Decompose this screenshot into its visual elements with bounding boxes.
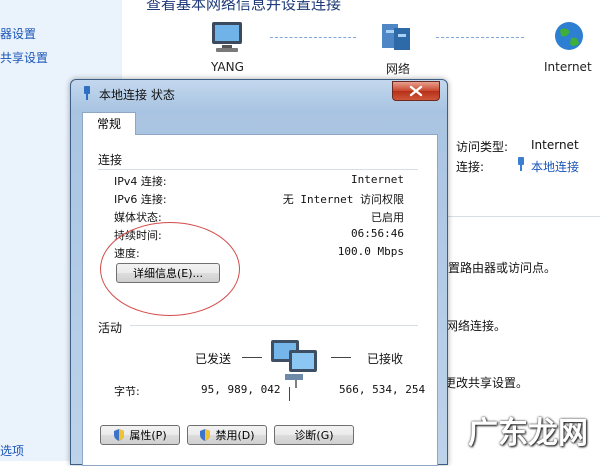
divider [446,216,600,217]
access-type-value: Internet [531,138,579,152]
properties-label: 属性(P) [129,429,167,442]
section-divider [98,169,418,170]
connection-label: 连接: [456,160,485,174]
close-button[interactable] [392,81,440,101]
network-name: 网络 [386,62,411,76]
diagnose-button[interactable]: 诊断(G) [274,425,354,445]
close-icon [409,85,423,97]
watermark: 广东龙网 [468,416,588,451]
nav-link-options[interactable]: 选项 [0,442,24,459]
ipv6-label: IPv6 连接: [114,193,167,206]
connection-link[interactable]: 本地连接 [531,158,579,175]
bytes-sent-value: 95, 989, 042 [201,383,281,396]
nav-link-adapter-settings[interactable]: 器设置 [0,25,36,42]
internet-label: Internet [544,60,592,74]
dialog-title: 本地连接 状态 [99,88,175,102]
sent-dash [242,357,262,358]
properties-button[interactable]: 属性(P) [100,425,180,445]
annotation-circle [100,222,240,316]
ipv4-value: Internet [351,173,404,186]
globe-icon [555,22,583,50]
received-label: 已接收 [367,352,404,366]
speed-value: 100.0 Mbps [337,245,404,258]
link-line-2 [436,37,524,39]
duration-value: 06:56:46 [351,227,404,240]
link-line-1 [270,37,356,39]
activity-section-title: 活动 [98,321,123,335]
connection-section-title: 连接 [98,153,123,167]
page-heading: 查看基本网络信息并设置连接 [146,0,342,13]
disable-button[interactable]: 禁用(D) [187,425,267,445]
hint-network: 网络连接。 [446,319,507,333]
shield-icon [200,429,211,441]
bytes-separator [289,387,290,401]
tab-general[interactable]: 常规 [82,112,136,135]
shield-icon [114,429,125,441]
network-icon [382,24,410,50]
disable-label: 禁用(D) [215,429,255,442]
ethernet-icon [84,86,90,100]
access-type-label: 访问类型: [456,140,509,154]
computer-name: YANG [211,60,244,74]
nav-link-sharing-settings[interactable]: 共享设置 [0,49,48,66]
section-divider [130,325,418,326]
bytes-label: 字节: [114,385,140,398]
received-dash [331,357,351,358]
ipv6-value: 无 Internet 访问权限 [282,193,404,206]
sent-label: 已发送 [195,352,232,366]
media-state-value: 已启用 [371,211,404,224]
bytes-received-value: 566, 534, 254 [339,383,426,396]
computer-icon [212,22,242,52]
hint-router: 设置路由器或访问点。 [436,261,557,275]
ipv4-label: IPv4 连接: [114,175,167,188]
ethernet-icon [518,157,524,171]
